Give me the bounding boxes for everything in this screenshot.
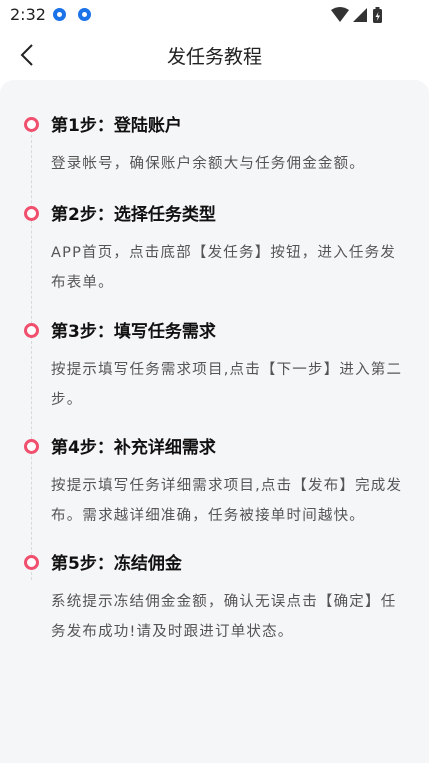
signal-icon (353, 8, 367, 22)
step-description: 系统提示冻结佣金金额，确认无误点击【确定】任务发布成功!请及时跟进订单状态。 (51, 594, 397, 640)
status-icons (331, 7, 382, 23)
step-title: 第5步：冻结佣金 (51, 554, 182, 574)
notification-app-icon (78, 8, 91, 21)
step-title: 第3步：填写任务需求 (51, 322, 216, 342)
step-description: 按提示填写任务详细需求项目,点击【发布】完成发布。需求越详细准确，任务被接单时间… (51, 478, 403, 524)
step-marker-icon (24, 439, 39, 454)
timeline-line (31, 130, 32, 580)
header: 发任务教程 (0, 30, 429, 80)
status-time: 2:32 (10, 5, 46, 24)
step-marker-icon (24, 206, 39, 221)
status-bar: 2:32 (0, 0, 429, 30)
step-description: 按提示填写任务需求项目,点击【下一步】进入第二步。 (51, 362, 403, 408)
step-title: 第1步：登陆账户 (51, 116, 182, 136)
battery-charging-icon (373, 7, 382, 23)
step-marker-icon (24, 555, 39, 570)
step-marker-icon (24, 323, 39, 338)
step-title: 第4步：补充详细需求 (51, 438, 216, 458)
tutorial-content: 第1步：登陆账户 登录帐号，确保账户余额大与任务佣金金额。 第2步：选择任务类型… (0, 80, 429, 763)
step-description: APP首页，点击底部【发任务】按钮，进入任务发布表单。 (51, 245, 397, 291)
step-marker-icon (24, 117, 39, 132)
page-title: 发任务教程 (166, 46, 262, 68)
notification-app-icon (53, 8, 66, 21)
step-title: 第2步：选择任务类型 (51, 205, 216, 225)
wifi-icon (331, 7, 349, 22)
step-description: 登录帐号，确保账户余额大与任务佣金金额。 (51, 156, 365, 172)
